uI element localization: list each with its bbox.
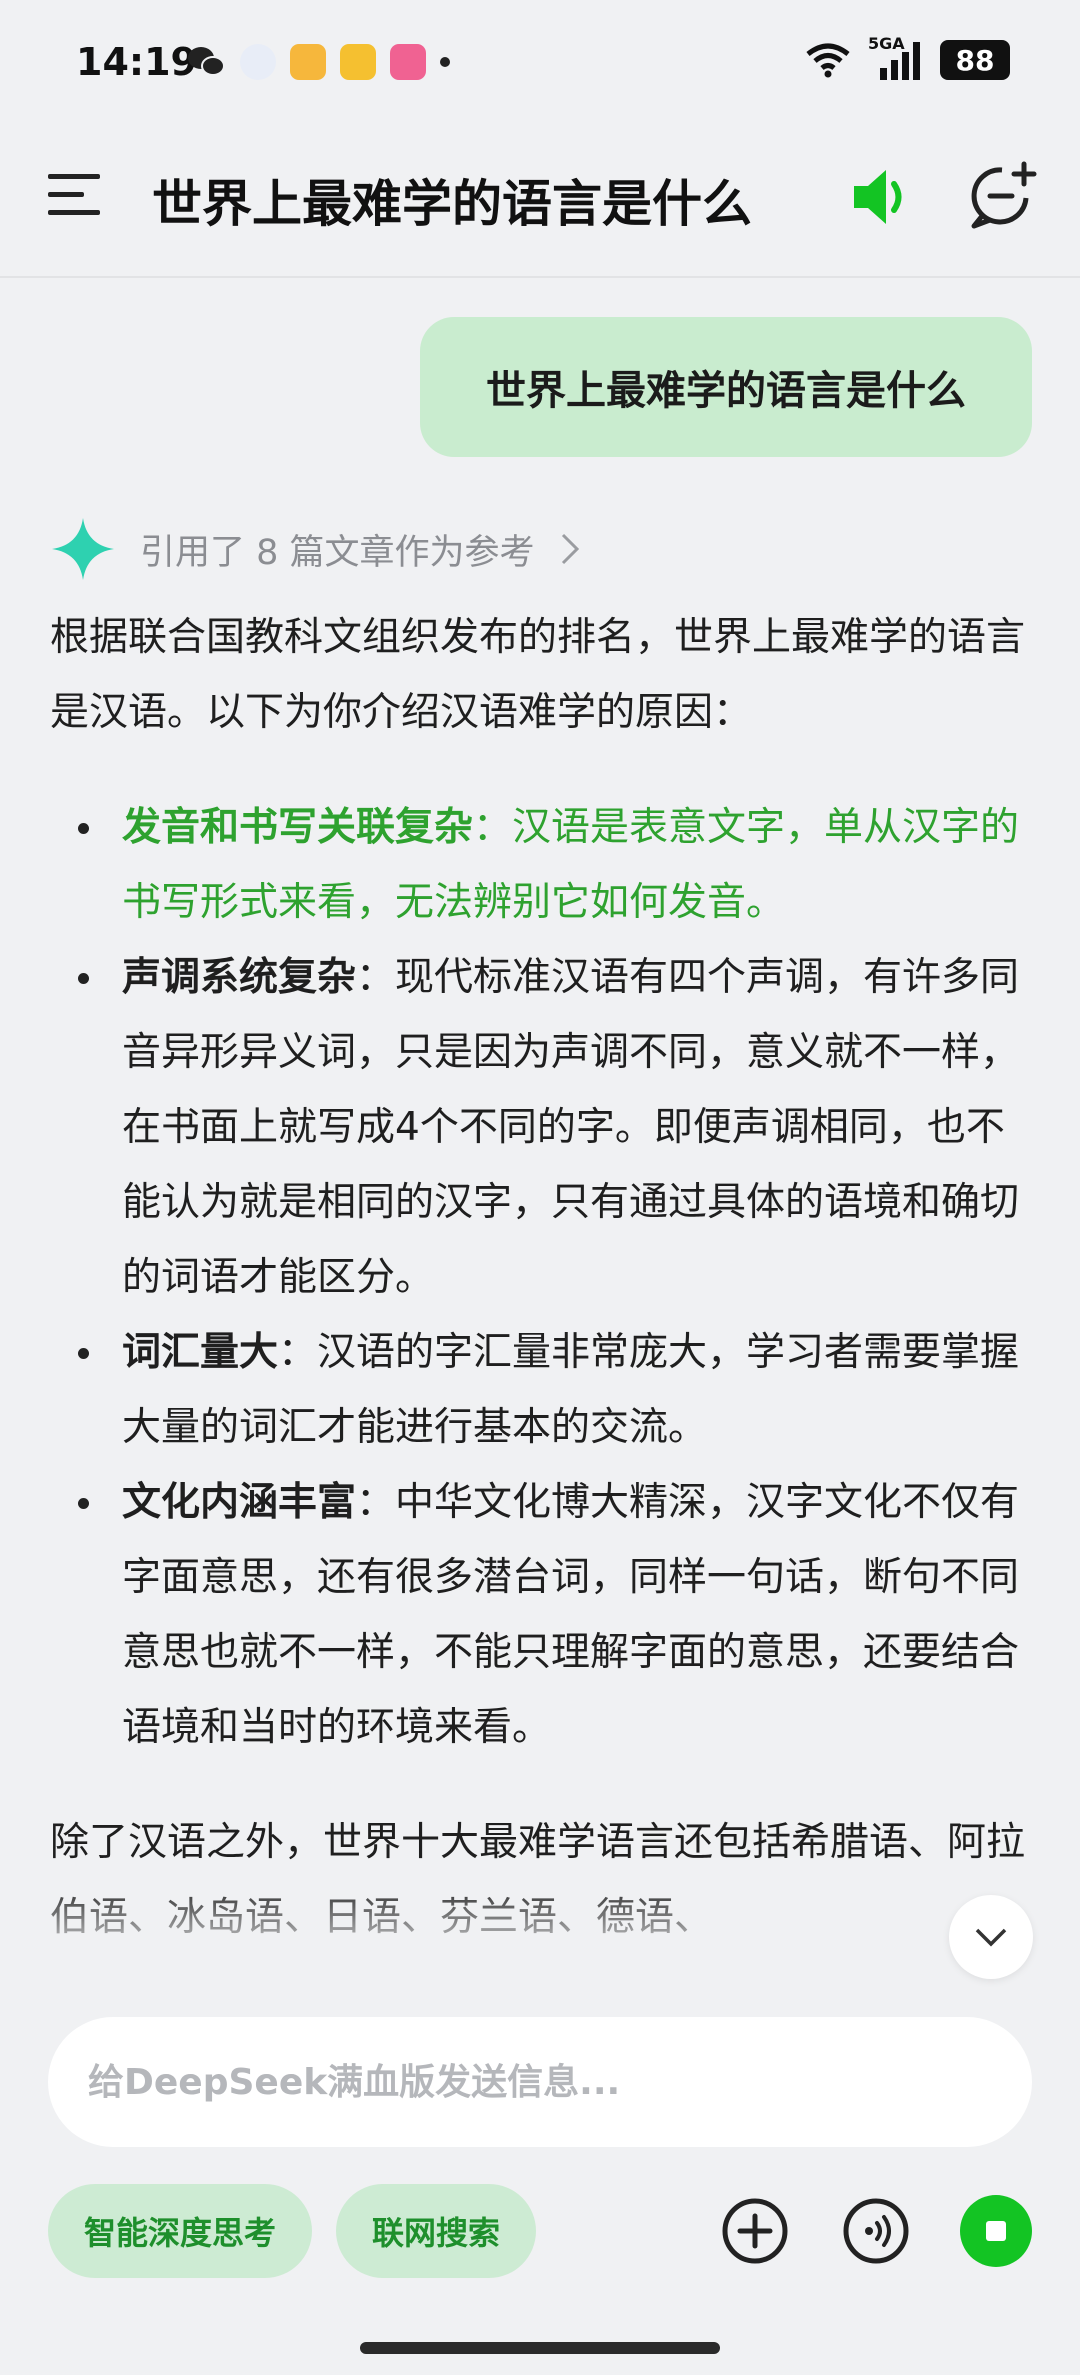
chevron-right-icon (561, 533, 579, 565)
status-right: 5GA 88 (804, 34, 1010, 80)
user-message-bubble[interactable]: 世界上最难学的语言是什么 (420, 317, 1032, 457)
references-label: 引用了 8 篇文章作为参考 (140, 532, 535, 573)
wechat-icon (188, 47, 225, 76)
chevron-down-icon (975, 1928, 1007, 1947)
list-item-term: 词汇量大 (122, 1330, 279, 1375)
answer-intro: 根据联合国教科文组织发布的排名，世界上最难学的语言是汉语。以下为你介绍汉语难学的… (50, 615, 1026, 735)
menu-button[interactable] (44, 170, 104, 220)
message-input[interactable] (86, 2060, 990, 2104)
home-indicator[interactable] (360, 2342, 720, 2354)
new-chat-button[interactable] (968, 160, 1038, 232)
list-item: 声调系统复杂：现代标准汉语有四个声调，有许多同音异形异义词，只是因为声调不同，意… (50, 940, 1030, 1315)
wifi-icon (806, 43, 850, 78)
chat-header: 世界上最难学的语言是什么 (0, 120, 1080, 278)
list-item: 发音和书写关联复杂：汉语是表意文字，单从汉字的书写形式来看，无法辨别它如何发音。 (50, 790, 1030, 940)
scroll-to-bottom-button[interactable] (949, 1895, 1033, 1979)
status-bar: 14:19 5GA 88 (0, 0, 1080, 120)
page-title: 世界上最难学的语言是什么 (152, 175, 752, 233)
user-message-text: 世界上最难学的语言是什么 (486, 368, 966, 414)
voice-icon (843, 2198, 909, 2264)
notification-icons (186, 44, 450, 80)
web-search-toggle[interactable]: 联网搜索 (336, 2184, 536, 2278)
assistant-answer: 根据联合国教科文组织发布的排名，世界上最难学的语言是汉语。以下为你介绍汉语难学的… (50, 600, 1030, 1955)
battery-indicator: 88 (940, 40, 1010, 80)
list-item-term: 文化内涵丰富 (122, 1480, 357, 1525)
weibo-icon (290, 44, 326, 80)
attach-button[interactable] (720, 2196, 790, 2266)
plus-circle-icon (722, 2198, 788, 2264)
status-time: 14:19 (76, 40, 197, 84)
scroll-fade-overlay (0, 1880, 1080, 1990)
reason-list: 发音和书写关联复杂：汉语是表意文字，单从汉字的书写形式来看，无法辨别它如何发音。… (50, 790, 1030, 1765)
list-item: 词汇量大：汉语的字汇量非常庞大，学习者需要掌握大量的词汇才能进行基本的交流。 (50, 1315, 1030, 1465)
list-item-term: 声调系统复杂 (122, 955, 357, 1000)
menu-icon (48, 174, 100, 215)
list-item: 文化内涵丰富：中华文化博大精深，汉字文化不仅有字面意思，还有很多潜台词，同样一句… (50, 1465, 1030, 1765)
list-item-term: 发音和书写关联复杂 (122, 805, 474, 850)
voice-button[interactable] (841, 2196, 911, 2266)
stop-generating-button[interactable] (960, 2195, 1032, 2267)
more-notifications-dot (440, 57, 450, 67)
references-link[interactable]: 引用了 8 篇文章作为参考 (50, 516, 581, 582)
new-chat-icon (971, 161, 1037, 229)
speaker-icon (854, 170, 902, 224)
ifly-icon (240, 44, 276, 80)
bilibili-icon (390, 44, 426, 80)
read-aloud-button[interactable] (846, 162, 916, 232)
coupon-app-icon (340, 44, 376, 80)
signal-icon: 5GA (868, 34, 924, 80)
list-item-desc: ：现代标准汉语有四个声调，有许多同音异形异义词，只是因为声调不同，意义就不一样，… (122, 955, 1020, 1300)
sparkle-logo-icon (52, 518, 114, 580)
message-input-box[interactable] (48, 2017, 1032, 2147)
stop-icon (986, 2221, 1006, 2241)
deep-think-toggle[interactable]: 智能深度思考 (48, 2184, 312, 2278)
